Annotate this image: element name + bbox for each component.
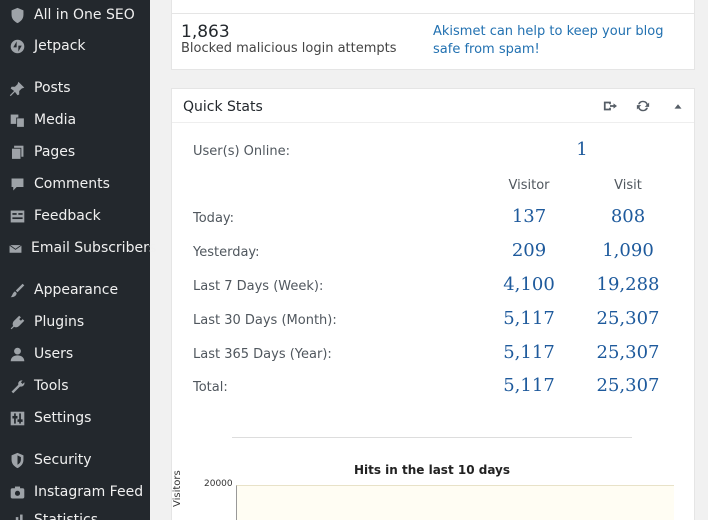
stat-row-label: Total: bbox=[193, 380, 228, 395]
sidebar-item-label: Media bbox=[34, 112, 77, 128]
sidebar-item-label: Pages bbox=[34, 144, 76, 160]
akismet-widget: 1,863 Blocked malicious login attempts A… bbox=[171, 0, 695, 70]
collapse-arrow-icon[interactable] bbox=[669, 97, 687, 115]
sidebar-item-label: Plugins bbox=[34, 314, 85, 330]
sidebar-item-security[interactable]: Security bbox=[0, 445, 150, 475]
stat-row-label: Today: bbox=[193, 211, 235, 226]
refresh-icon[interactable] bbox=[634, 97, 652, 115]
sidebar-item-label: Posts bbox=[34, 80, 71, 96]
akismet-promo-link[interactable]: Akismet can help to keep your blog safe … bbox=[433, 23, 683, 59]
external-link-icon[interactable] bbox=[601, 97, 619, 115]
column-header-visit: Visit bbox=[614, 178, 642, 193]
stats-icon bbox=[7, 510, 27, 520]
y-axis-tick: 20000 bbox=[204, 479, 233, 489]
sidebar-item-label: Security bbox=[34, 452, 92, 468]
sidebar-item-tools[interactable]: Tools bbox=[0, 371, 150, 401]
camera-icon bbox=[7, 482, 27, 502]
sidebar-item-users[interactable]: Users bbox=[0, 339, 150, 369]
stat-row-label: Last 7 Days (Week): bbox=[193, 279, 324, 294]
email-icon bbox=[7, 238, 24, 258]
stat-visit-value: 808 bbox=[610, 206, 646, 227]
stat-visitor-value: 5,117 bbox=[503, 342, 555, 363]
sidebar-item-plugins[interactable]: Plugins bbox=[0, 307, 150, 337]
stat-visit-value: 25,307 bbox=[596, 342, 660, 363]
sidebar-item-label: All in One SEO bbox=[34, 7, 135, 23]
security-shield-icon bbox=[7, 450, 27, 470]
users-online-label: User(s) Online: bbox=[193, 144, 290, 159]
divider bbox=[172, 13, 694, 14]
sidebar-item-label: Comments bbox=[34, 176, 110, 192]
sidebar-item-all-in-one-seo[interactable]: All in One SEO bbox=[0, 0, 150, 30]
sidebar-item-label: Jetpack bbox=[34, 38, 86, 54]
section-divider bbox=[232, 437, 632, 438]
stat-visit-value: 19,288 bbox=[596, 274, 660, 295]
sidebar-item-label: Tools bbox=[34, 378, 69, 394]
sidebar-item-label: Feedback bbox=[34, 208, 101, 224]
users-online-value: 1 bbox=[576, 139, 588, 160]
sidebar-item-label: Statistics bbox=[34, 512, 98, 520]
sidebar-item-posts[interactable]: Posts bbox=[0, 73, 150, 103]
sidebar-item-label: Users bbox=[34, 346, 74, 362]
sidebar-item-statistics[interactable]: Statistics bbox=[0, 505, 150, 520]
sidebar-item-appearance[interactable]: Appearance bbox=[0, 275, 150, 305]
wrench-icon bbox=[7, 376, 27, 396]
stat-visitor-value: 5,117 bbox=[503, 308, 555, 329]
pin-icon bbox=[7, 78, 27, 98]
stat-visitor-value: 4,100 bbox=[503, 274, 555, 295]
stat-row-label: Last 30 Days (Month): bbox=[193, 313, 337, 328]
widget-header: Quick Stats bbox=[172, 89, 694, 123]
plugin-icon bbox=[7, 312, 27, 332]
blocked-label: Blocked malicious login attempts bbox=[181, 41, 397, 56]
brush-icon bbox=[7, 280, 27, 300]
stat-visit-value: 25,307 bbox=[596, 308, 660, 329]
stat-row-label: Last 365 Days (Year): bbox=[193, 347, 332, 362]
column-header-visitor: Visitor bbox=[508, 178, 550, 193]
jetpack-icon bbox=[7, 36, 27, 56]
stat-visitor-value: 5,117 bbox=[503, 375, 555, 396]
stat-visit-value: 25,307 bbox=[596, 375, 660, 396]
sidebar-item-media[interactable]: Media bbox=[0, 105, 150, 135]
sidebar-item-label: Appearance bbox=[34, 282, 119, 298]
chart-title: Hits in the last 10 days bbox=[353, 463, 511, 477]
sidebar-item-email-subscribers[interactable]: Email Subscribers bbox=[0, 233, 156, 263]
sidebar-item-comments[interactable]: Comments bbox=[0, 169, 150, 199]
stat-visit-value: 1,090 bbox=[602, 240, 654, 261]
sidebar-item-label: Email Subscribers bbox=[31, 240, 157, 256]
widget-title: Quick Stats bbox=[183, 99, 263, 115]
settings-icon bbox=[7, 408, 27, 428]
chart-plot-area bbox=[236, 485, 674, 520]
user-icon bbox=[7, 344, 27, 364]
sidebar-item-jetpack[interactable]: Jetpack bbox=[0, 31, 150, 61]
comment-icon bbox=[7, 174, 27, 194]
blocked-count: 1,863 bbox=[181, 22, 230, 42]
admin-sidebar: All in One SEO Jetpack Posts Media Pages… bbox=[0, 0, 156, 520]
media-icon bbox=[7, 110, 27, 130]
sidebar-item-instagram-feed[interactable]: Instagram Feed bbox=[0, 477, 150, 507]
stat-visitor-value: 209 bbox=[511, 240, 547, 261]
sidebar-item-label: Instagram Feed bbox=[34, 484, 144, 500]
stat-visitor-value: 137 bbox=[511, 206, 547, 227]
sidebar-item-pages[interactable]: Pages bbox=[0, 137, 150, 167]
y-axis-label: Visitors bbox=[172, 470, 183, 507]
pages-icon bbox=[7, 142, 27, 162]
shield-icon bbox=[7, 5, 27, 25]
sidebar-item-feedback[interactable]: Feedback bbox=[0, 201, 150, 231]
sidebar-item-settings[interactable]: Settings bbox=[0, 403, 150, 433]
stat-row-label: Yesterday: bbox=[193, 245, 260, 260]
sidebar-item-label: Settings bbox=[34, 410, 92, 426]
feedback-icon bbox=[7, 206, 27, 226]
quick-stats-widget: Quick Stats User(s) Online: 1 Visitor Vi… bbox=[171, 88, 695, 520]
